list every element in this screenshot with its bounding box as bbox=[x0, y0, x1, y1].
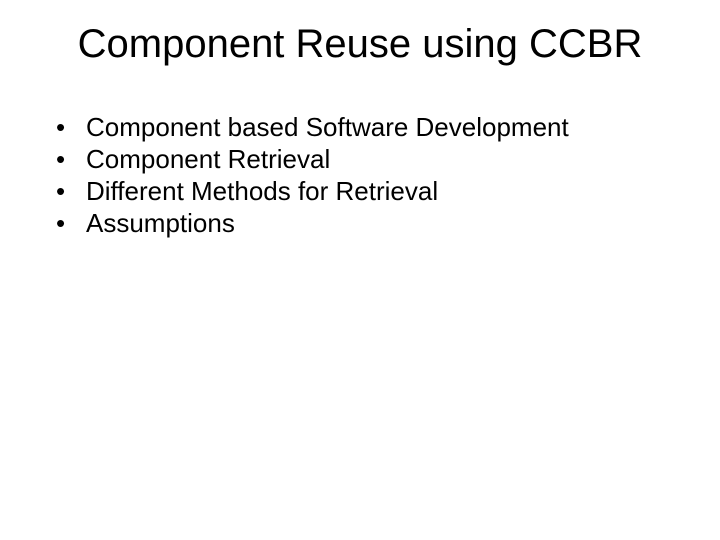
list-item: Assumptions bbox=[56, 207, 690, 239]
list-item: Component based Software Development bbox=[56, 111, 690, 143]
list-item: Different Methods for Retrieval bbox=[56, 175, 690, 207]
bullet-text: Component Retrieval bbox=[86, 144, 330, 174]
slide: Component Reuse using CCBR Component bas… bbox=[0, 0, 720, 540]
bullet-list: Component based Software Development Com… bbox=[30, 111, 690, 239]
list-item: Component Retrieval bbox=[56, 143, 690, 175]
slide-title: Component Reuse using CCBR bbox=[30, 22, 690, 67]
bullet-text: Assumptions bbox=[86, 208, 235, 238]
bullet-text: Component based Software Development bbox=[86, 112, 569, 142]
bullet-text: Different Methods for Retrieval bbox=[86, 176, 438, 206]
